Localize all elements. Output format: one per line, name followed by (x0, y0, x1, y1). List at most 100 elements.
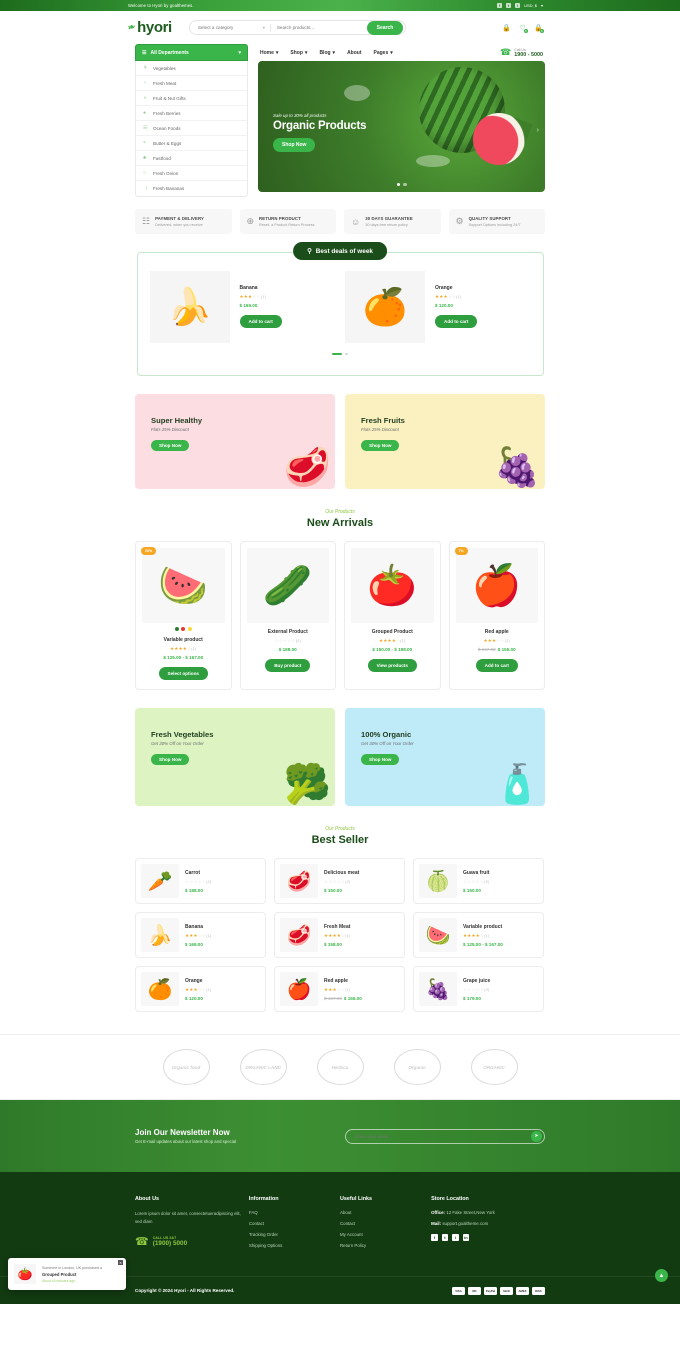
instagram-icon[interactable]: i (452, 1234, 459, 1241)
footer-link[interactable]: Contact (249, 1221, 340, 1226)
section-eyebrow: Our Products (325, 826, 355, 832)
linkedin-icon[interactable]: in (462, 1234, 470, 1241)
product-card[interactable]: 🥕 Carrot ☆☆☆☆☆(0) $ 188.00 (135, 858, 266, 904)
nav-item-pages[interactable]: Pages ▾ (374, 50, 393, 56)
footer-link[interactable]: Tracking Order (249, 1232, 340, 1237)
sidebar-item-fresh-bananas[interactable]: ☽ Fresh Bananas (136, 181, 247, 196)
product-card[interactable]: 🍈 Guava fruit ☆☆☆☆☆(0) $ 150.00 (413, 858, 544, 904)
cart-icon[interactable]: 🔒 0 (534, 23, 544, 33)
category-select[interactable]: Select a category ▾ (190, 25, 270, 30)
nav-item-home[interactable]: Home ▾ (260, 50, 278, 56)
currency-selector[interactable]: USD, $ (524, 3, 537, 8)
footer-link[interactable]: About (340, 1210, 431, 1215)
chevron-down-icon[interactable]: ▾ (541, 3, 543, 8)
search-input[interactable] (270, 25, 367, 30)
product-card[interactable]: 20% 🍉 Variable product ★★★★☆(1) $ 125.00 - $… (135, 541, 232, 690)
add-to-cart-button[interactable]: Add to cart (239, 315, 282, 328)
color-swatch[interactable] (181, 627, 186, 631)
color-swatch[interactable] (174, 627, 179, 631)
color-swatches[interactable] (142, 627, 225, 631)
facebook-icon[interactable]: f (497, 3, 503, 8)
sidebar-item-fruit-nut-gifts[interactable]: ◑ Fruit & Nut Gifts (136, 91, 247, 106)
hero-shop-now-button[interactable]: Shop Now (273, 138, 316, 152)
hero-dot-1[interactable] (396, 182, 400, 186)
send-icon[interactable]: ➤ (531, 1130, 542, 1142)
email-input[interactable] (355, 1133, 531, 1139)
rating-stars: ★★★★☆(1) (379, 638, 406, 643)
wishlist-icon[interactable]: ♡ 0 (518, 23, 528, 33)
promo-shop-now-button[interactable]: Shop Now (151, 754, 190, 765)
sidebar-item-fastfood[interactable]: ♣ Fastfood (136, 151, 247, 166)
nav-item-about[interactable]: About (347, 50, 361, 56)
product-action-button[interactable]: View products (367, 659, 417, 672)
product-action-button[interactable]: Buy product (265, 659, 311, 672)
hero-dot-2[interactable] (403, 182, 407, 186)
sidebar-item-butter-eggs[interactable]: ◓ Butter & Eggs (136, 136, 247, 151)
user-icon[interactable]: 🔒 (502, 23, 511, 32)
nav-item-blog[interactable]: Blog ▾ (319, 50, 335, 56)
promo-shop-now-button[interactable]: Shop Now (151, 440, 190, 451)
product-card[interactable]: 🍅 Grouped Product ★★★★☆(1) $ 150.00 - $ 188… (344, 541, 441, 690)
footer-link[interactable]: My Account (340, 1232, 431, 1237)
promo-shop-now-button[interactable]: Shop Now (361, 440, 400, 451)
product-card[interactable]: 🍊 Orange ★★★☆☆(1) $ 120.00 (135, 966, 266, 1012)
product-card[interactable]: 🍎 Red apple ★★★☆☆(1) $ 167.00 $ 155.00 (274, 966, 405, 1012)
review-count: (1) (456, 295, 462, 299)
deals-dot-1[interactable] (332, 353, 342, 355)
product-price: $ 125.00 - $ 167.00 (463, 941, 503, 947)
instagram-icon[interactable]: i (515, 3, 521, 8)
feature-subtitle: 30 days free return policy (365, 222, 408, 227)
twitter-icon[interactable]: t (441, 1234, 449, 1241)
nav-item-shop[interactable]: Shop ▾ (290, 50, 307, 56)
promo-banner[interactable]: Fresh Vegetables Get 30% Off on Your Orde… (135, 708, 335, 806)
catalog-hero-row: ⚘ Vegetables ◔ Fresh Meat ◑ Fruit & Nut Gifts… (135, 61, 545, 197)
product-card[interactable]: 🍌 Banana ★★★☆☆(1) $ 169.00 (135, 912, 266, 958)
all-departments-button[interactable]: ☰ All Departments ▾ (135, 44, 248, 61)
hero-banner[interactable]: Sale up to 30% all products Organic Prod… (258, 61, 545, 192)
product-card[interactable]: 🥒 External Product ☆☆☆☆☆(0) $ 188.00 Buy pro… (239, 541, 336, 690)
product-image: 🍌 (141, 918, 179, 952)
promo-shop-now-button[interactable]: Shop Now (361, 754, 400, 765)
facebook-icon[interactable]: f (431, 1234, 438, 1241)
product-image: 🍉 (142, 548, 225, 623)
promo-banner[interactable]: Super Healthy Flats 25% Discount Shop Now 🥩 (135, 394, 335, 489)
search-button[interactable]: Search (366, 20, 404, 35)
promo-art: 🥩 (283, 447, 331, 489)
deals-dot-2[interactable] (345, 353, 348, 355)
footer-link[interactable]: FAQ (249, 1210, 340, 1215)
promo-banner[interactable]: Fresh Fruits Flats 25% Discount Shop Now 🍇 (345, 394, 545, 489)
product-card[interactable]: 🍇 Grape juice ☆☆☆☆☆(0) $ 179.00 (413, 966, 544, 1012)
product-price: $ 125.00 - $ 167.00 (163, 655, 204, 660)
deals-pagination[interactable] (150, 353, 531, 355)
add-to-cart-button[interactable]: Add to cart (435, 315, 478, 328)
category-icon: ☵ (143, 125, 148, 131)
product-card[interactable]: 🥩 Fresh Meat ★★★★☆(1) $ 158.00 (274, 912, 405, 958)
chevron-down-icon: ▾ (238, 49, 241, 56)
product-card[interactable]: 🍉 Variable product ★★★★☆(1) $ 125.00 - $ 16… (413, 912, 544, 958)
hero-next-arrow[interactable]: › (537, 127, 539, 134)
sidebar-item-ocean-foods[interactable]: ☵ Ocean Foods (136, 121, 247, 136)
hero-dots[interactable] (396, 182, 407, 186)
twitter-icon[interactable]: t (506, 3, 512, 8)
scroll-to-top-button[interactable]: ▲ (655, 1269, 668, 1282)
sidebar-item-fresh-berries[interactable]: ● Fresh Berries (136, 106, 247, 121)
logo[interactable]: ❧ hyori (126, 19, 172, 36)
close-icon[interactable]: ✕ (118, 1260, 123, 1265)
footer-link[interactable]: Contact (340, 1221, 431, 1226)
footer-link[interactable]: Return Policy (340, 1243, 431, 1248)
product-action-button[interactable]: Select options (158, 667, 208, 680)
sidebar-item-label: Fruit & Nut Gifts (153, 95, 186, 101)
product-card[interactable]: 🥩 Delicious meat ☆☆☆☆☆(0) $ 150.00 (274, 858, 405, 904)
sidebar-item-fresh-onion[interactable]: ○ Fresh Onion (136, 166, 247, 181)
promo-banner[interactable]: 100% Organic Get 30% Off on Your Order Sho… (345, 708, 545, 806)
product-action-button[interactable]: Add to cart (475, 659, 518, 672)
sidebar-item-fresh-meat[interactable]: ◔ Fresh Meat (136, 76, 247, 91)
newsletter-form: ➤ (345, 1128, 545, 1144)
footer-link[interactable]: Shipping Options (249, 1243, 340, 1248)
sidebar-item-vegetables[interactable]: ⚘ Vegetables (136, 61, 247, 76)
promo-row-top: Super Healthy Flats 25% Discount Shop Now 🥩… (135, 394, 545, 489)
purchase-notification[interactable]: ✕ 🍅 Someone in London, UK purchased a Gr… (8, 1258, 126, 1290)
color-swatch[interactable] (187, 627, 192, 631)
brand-logo: Herbica (316, 1049, 364, 1085)
product-card[interactable]: 7% 🍎 Red apple ★★★☆☆(1) $ 167.00 $ 155.00 Add … (448, 541, 545, 690)
